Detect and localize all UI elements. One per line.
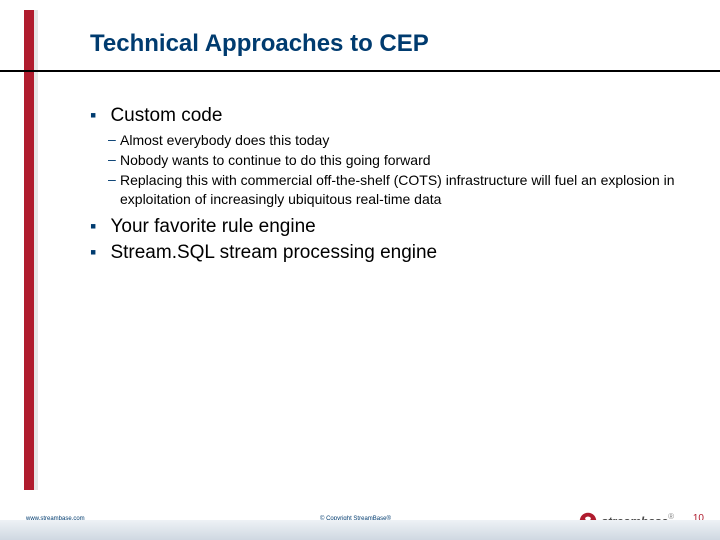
- bullet-marker: ▪: [90, 105, 106, 126]
- sub-bullet-marker: –: [108, 151, 120, 169]
- bullet-text: Stream.SQL stream processing engine: [110, 242, 670, 264]
- bullet-text: Your favorite rule engine: [110, 216, 670, 238]
- bullet-text: Custom code: [110, 105, 670, 127]
- sub-bullet-text: Nobody wants to continue to do this goin…: [120, 151, 431, 169]
- sub-bullet: – Replacing this with commercial off-the…: [108, 171, 690, 207]
- sub-bullet: – Almost everybody does this today: [108, 131, 690, 149]
- bullet-2: ▪ Your favorite rule engine: [90, 216, 690, 238]
- bullet-1-sub: – Almost everybody does this today – Nob…: [108, 131, 690, 208]
- sub-bullet: – Nobody wants to continue to do this go…: [108, 151, 690, 169]
- accent-bar-shadow: [34, 10, 38, 490]
- bullet-marker: ▪: [90, 242, 106, 263]
- bullet-1: ▪ Custom code: [90, 105, 690, 127]
- accent-bar: [24, 10, 34, 490]
- bullet-marker: ▪: [90, 216, 106, 237]
- sub-bullet-text: Almost everybody does this today: [120, 131, 329, 149]
- title-underline: [0, 70, 720, 72]
- slide-title: Technical Approaches to CEP: [90, 30, 429, 58]
- slide-content: ▪ Custom code – Almost everybody does th…: [90, 105, 690, 268]
- slide-footer: www.streambase.com © Copyright StreamBas…: [0, 498, 720, 540]
- sub-bullet-text: Replacing this with commercial off-the-s…: [120, 171, 690, 207]
- slide: Technical Approaches to CEP ▪ Custom cod…: [0, 0, 720, 540]
- sub-bullet-marker: –: [108, 131, 120, 149]
- footer-gradient: [0, 520, 720, 540]
- sub-bullet-marker: –: [108, 171, 120, 207]
- bullet-3: ▪ Stream.SQL stream processing engine: [90, 242, 690, 264]
